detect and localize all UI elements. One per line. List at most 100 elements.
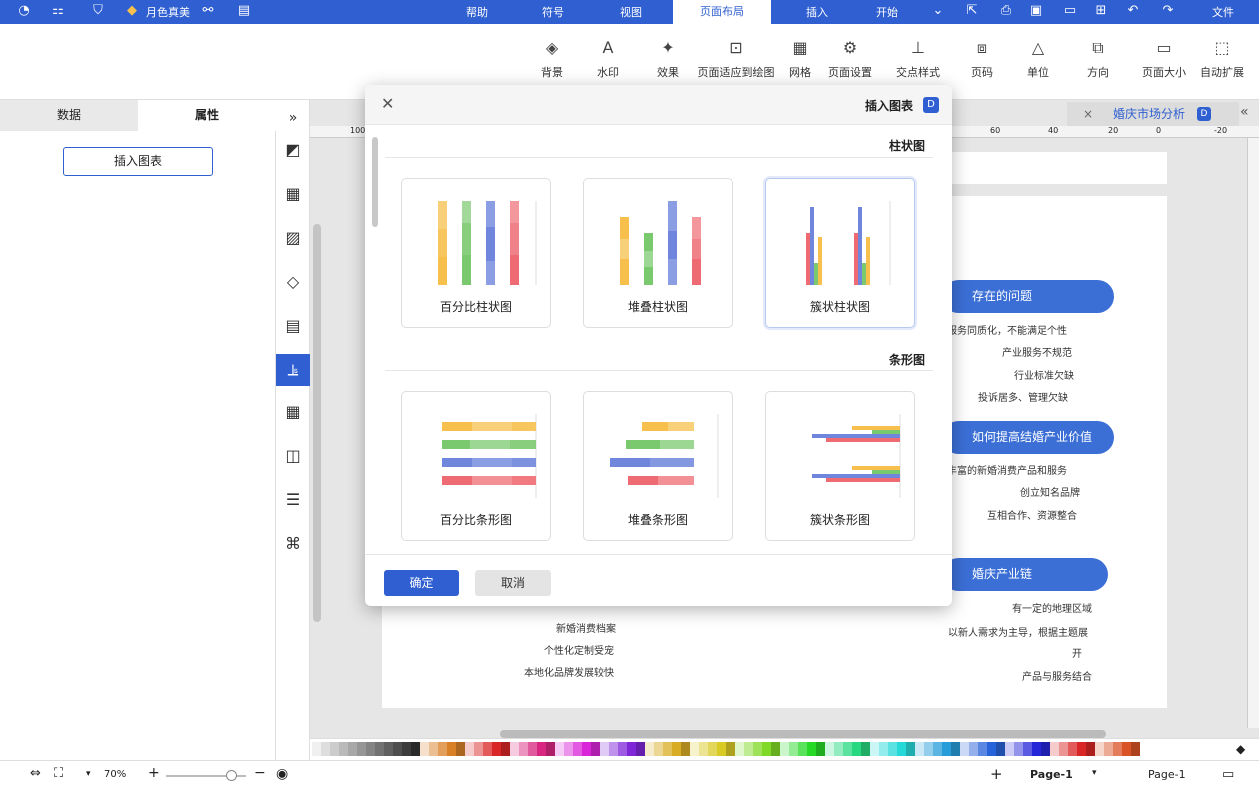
palette-swatch[interactable] (456, 742, 465, 756)
menu-page-layout[interactable]: 页面布局 (673, 0, 771, 24)
chart-card-clustered-column[interactable]: 簇状柱状图 (765, 178, 915, 328)
palette-swatch[interactable] (339, 742, 348, 756)
chevron-down-icon[interactable]: ▾ (1092, 768, 1097, 778)
palette-swatch[interactable] (672, 742, 681, 756)
palette-swatch[interactable] (798, 742, 807, 756)
palette-swatch[interactable] (1059, 742, 1068, 756)
connect-icon[interactable]: ⌘ (279, 530, 307, 558)
chart-icon[interactable]: ⫡ (276, 354, 310, 386)
palette-swatch[interactable] (483, 742, 492, 756)
chevron-down-icon[interactable]: ▾ (86, 769, 91, 779)
palette-swatch[interactable] (546, 742, 555, 756)
ribbon-effect[interactable]: ✦ 效果 (648, 38, 688, 80)
open-icon[interactable]: ▭ (1062, 3, 1078, 18)
vertical-scrollbar[interactable] (313, 224, 321, 622)
close-icon[interactable]: ✕ (381, 94, 394, 113)
ribbon-grid[interactable]: ▦ 网格 (780, 38, 820, 80)
align-icon[interactable]: ☰ (279, 486, 307, 514)
widget-icon[interactable]: ◫ (279, 442, 307, 470)
redo-icon[interactable]: ↷ (1160, 3, 1176, 18)
zoom-in-icon[interactable]: + (148, 765, 160, 781)
palette-swatch[interactable] (618, 742, 627, 756)
fit-width-icon[interactable]: ⇔ (30, 766, 41, 781)
collapse-icon[interactable]: » (279, 104, 307, 132)
ribbon-page-number[interactable]: ⧈ 页码 (962, 38, 1002, 80)
palette-swatch[interactable] (1122, 742, 1131, 756)
palette-swatch[interactable] (708, 742, 717, 756)
palette-swatch[interactable] (996, 742, 1005, 756)
palette-swatch[interactable] (870, 742, 879, 756)
image-icon[interactable]: ▨ (279, 224, 307, 252)
palette-swatch[interactable] (501, 742, 510, 756)
menu-start[interactable]: 开始 (876, 4, 898, 20)
palette-swatch[interactable] (645, 742, 654, 756)
undo-icon[interactable]: ↶ (1125, 3, 1141, 18)
palette-swatch[interactable] (1041, 742, 1050, 756)
zoom-out-icon[interactable]: − (254, 765, 266, 781)
palette-swatch[interactable] (699, 742, 708, 756)
palette-swatch[interactable] (591, 742, 600, 756)
palette-swatch[interactable] (987, 742, 996, 756)
user-name[interactable]: 月色真美 (146, 4, 190, 20)
palette-swatch[interactable] (366, 742, 375, 756)
palette-swatch[interactable] (978, 742, 987, 756)
palette-swatch[interactable] (771, 742, 780, 756)
palette-swatch[interactable] (1068, 742, 1077, 756)
palette-swatch[interactable] (789, 742, 798, 756)
menu-view[interactable]: 视图 (620, 4, 642, 20)
palette-swatch[interactable] (663, 742, 672, 756)
ribbon-fit-page[interactable]: ⊡ 页面适应到绘图 (694, 38, 778, 80)
palette-swatch[interactable] (492, 742, 501, 756)
dialog-scrollbar[interactable] (372, 137, 378, 227)
export-icon[interactable]: ⇱ (964, 3, 980, 18)
palette-swatch[interactable] (843, 742, 852, 756)
add-page-icon[interactable]: + (990, 765, 1003, 783)
section-pill[interactable]: 如何提高结婚产业价值 (942, 421, 1114, 454)
menu-file[interactable]: 文件 (1212, 4, 1234, 20)
more-icon[interactable]: ⌄ (930, 3, 946, 18)
palette-swatch[interactable] (852, 742, 861, 756)
close-icon[interactable]: × (1083, 102, 1093, 126)
palette-swatch[interactable] (1104, 742, 1113, 756)
share-icon[interactable]: ⚯ (200, 3, 216, 18)
palette-swatch[interactable] (312, 742, 321, 756)
palette-swatch[interactable] (1023, 742, 1032, 756)
paint-bucket-icon[interactable]: ◆ (1236, 742, 1245, 756)
palette-swatch[interactable] (1095, 742, 1104, 756)
layers-icon[interactable]: ◇ (279, 268, 307, 296)
menu-symbol[interactable]: 符号 (542, 4, 564, 20)
palette-swatch[interactable] (1113, 742, 1122, 756)
horizontal-scrollbar[interactable] (500, 730, 1106, 738)
palette-swatch[interactable] (375, 742, 384, 756)
menu-insert[interactable]: 插入 (806, 4, 828, 20)
ribbon-watermark[interactable]: A 水印 (588, 38, 628, 80)
palette-swatch[interactable] (465, 742, 474, 756)
palette-swatch[interactable] (681, 742, 690, 756)
palette-swatch[interactable] (753, 742, 762, 756)
palette-swatch[interactable] (1131, 742, 1140, 756)
section-pill[interactable]: 存在的问题 (942, 280, 1114, 313)
comment-icon[interactable]: ▤ (236, 3, 252, 18)
palette-swatch[interactable] (942, 742, 951, 756)
theme-icon[interactable]: ⛉ (90, 3, 106, 18)
palette-swatch[interactable] (330, 742, 339, 756)
palette-swatch[interactable] (1005, 742, 1014, 756)
layout-icon[interactable]: ▦ (279, 180, 307, 208)
palette-swatch[interactable] (636, 742, 645, 756)
palette-swatch[interactable] (609, 742, 618, 756)
palette-swatch[interactable] (888, 742, 897, 756)
cancel-button[interactable]: 取消 (475, 570, 551, 596)
palette-swatch[interactable] (933, 742, 942, 756)
palette-swatches[interactable] (312, 742, 1227, 756)
palette-swatch[interactable] (816, 742, 825, 756)
menu-help[interactable]: 帮助 (466, 4, 488, 20)
palette-swatch[interactable] (321, 742, 330, 756)
palette-swatch[interactable] (1077, 742, 1086, 756)
page-label-right[interactable]: Page-1 (1148, 768, 1186, 781)
chart-card-stacked-column[interactable]: 堆叠柱状图 (583, 178, 733, 328)
palette-swatch[interactable] (528, 742, 537, 756)
zoom-slider-handle[interactable] (226, 770, 237, 781)
palette-swatch[interactable] (420, 742, 429, 756)
tab-attributes[interactable]: 属性 (138, 100, 276, 131)
palette-swatch[interactable] (951, 742, 960, 756)
